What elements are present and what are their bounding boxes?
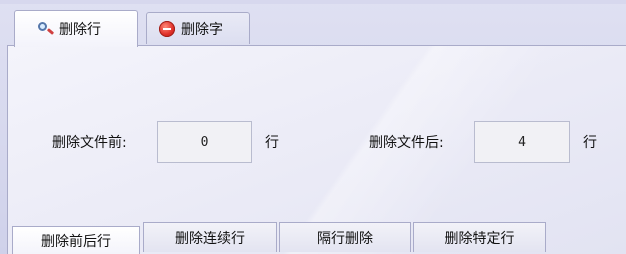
before-delete-count-field[interactable] bbox=[157, 121, 252, 163]
before-delete-unit: 行 bbox=[265, 135, 279, 151]
subtab-delete-consecutive[interactable]: 删除连续行 bbox=[143, 222, 277, 252]
remove-icon bbox=[159, 20, 175, 37]
tab-delete-chars[interactable]: 删除字 bbox=[146, 12, 250, 44]
subtab-delete-specific[interactable]: 删除特定行 bbox=[413, 222, 546, 252]
tab-delete-lines[interactable]: 删除行 bbox=[14, 10, 138, 47]
main-tab-strip: 删除行 删除字 bbox=[0, 6, 626, 47]
before-delete-label: 删除文件前: bbox=[52, 135, 127, 151]
after-delete-count-field[interactable] bbox=[474, 121, 570, 163]
search-icon bbox=[37, 21, 55, 37]
subtab-delete-alternate[interactable]: 隔行删除 bbox=[279, 222, 411, 252]
subtab-delete-before-after[interactable]: 删除前后行 bbox=[12, 226, 140, 254]
tab-delete-lines-label: 删除行 bbox=[59, 22, 101, 38]
after-delete-label: 删除文件后: bbox=[369, 135, 444, 151]
window-top-edge bbox=[0, 0, 626, 4]
after-delete-unit: 行 bbox=[583, 135, 597, 151]
tab-delete-chars-label: 删除字 bbox=[181, 21, 223, 38]
